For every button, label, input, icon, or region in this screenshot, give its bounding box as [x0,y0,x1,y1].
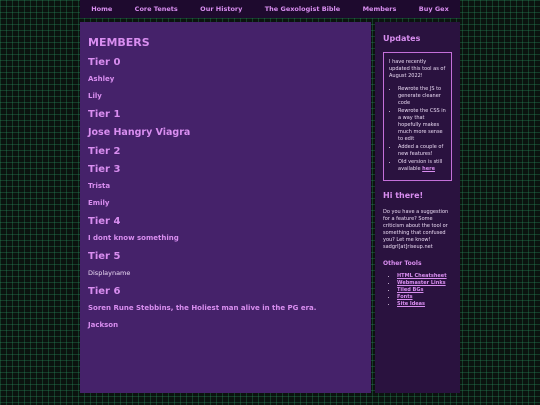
tool-link-tiled-bgs[interactable]: Tiled BGs [397,287,423,293]
tool-item: Tiled BGs [397,287,452,294]
updates-heading: Updates [383,34,421,43]
update-intro: I have recently updated this tool as of … [389,59,446,79]
nav-link-core-tenets[interactable]: Core Tenets [135,5,178,13]
contact-text: Do you have a suggestion for a feature? … [383,209,449,250]
member-name: Displayname [88,269,131,277]
tool-item: HTML Cheatsheet [397,273,452,280]
tier-heading: Tier 3 [88,164,121,175]
member-name: Trista [88,182,111,190]
member-name: Emily [88,199,110,207]
tool-link-webmaster-links[interactable]: Webmaster Links [397,280,446,286]
update-list: Rewrote the JS to generate cleaner code … [389,86,446,173]
tool-link-html-cheatsheet[interactable]: HTML Cheatsheet [397,273,447,279]
nav-link-our-history[interactable]: Our History [200,5,242,13]
update-item-old-version: Old version is still available here [398,159,446,173]
tool-link-fonts[interactable]: Fonts [397,294,413,300]
tool-item: Fonts [397,294,452,301]
tier-heading: Tier 4 [88,216,121,227]
tool-link-site-ideas[interactable]: Site Ideas [397,301,425,307]
member-name: I dont know something [88,234,179,242]
member-name: Ashley [88,75,115,83]
old-version-link[interactable]: here [422,166,435,172]
update-item: Rewrote the CSS in a way that hopefully … [398,108,446,143]
hi-heading: Hi there! [383,191,424,200]
tier-heading: Tier 1 [88,109,121,120]
member-name: Soren Rune Stebbins, the Holiest man ali… [88,304,317,312]
sidebar: Updates I have recently updated this too… [375,22,460,393]
member-name: Jose Hangry Viagra [88,127,191,138]
tier-heading: Tier 6 [88,286,121,297]
nav-link-members[interactable]: Members [363,5,397,13]
tier-heading: Tier 2 [88,146,121,157]
updates-box: I have recently updated this tool as of … [383,52,452,181]
member-name: Jackson [88,321,119,329]
nav-link-gexologist-bible[interactable]: The Gexologist Bible [265,5,340,13]
tool-item: Site Ideas [397,301,452,308]
other-tools-heading: Other Tools [383,260,422,267]
member-name: Lily [88,92,102,100]
nav-link-home[interactable]: Home [91,5,112,13]
tools-list: HTML Cheatsheet Webmaster Links Tiled BG… [383,273,452,308]
top-navigation: Home Core Tenets Our History The Gexolog… [80,0,460,18]
tool-item: Webmaster Links [397,280,452,287]
update-item: Added a couple of new features! [398,144,446,158]
old-version-text: Old version is still available [398,159,443,172]
members-panel[interactable]: MEMBERS Tier 0 Ashley Lily Tier 1 Jose H… [80,22,371,393]
nav-link-buy-gex[interactable]: Buy Gex [419,5,449,13]
tier-heading: Tier 0 [88,57,121,68]
tier-heading: Tier 5 [88,251,121,262]
page-title: MEMBERS [88,36,150,49]
update-item: Rewrote the JS to generate cleaner code [398,86,446,107]
